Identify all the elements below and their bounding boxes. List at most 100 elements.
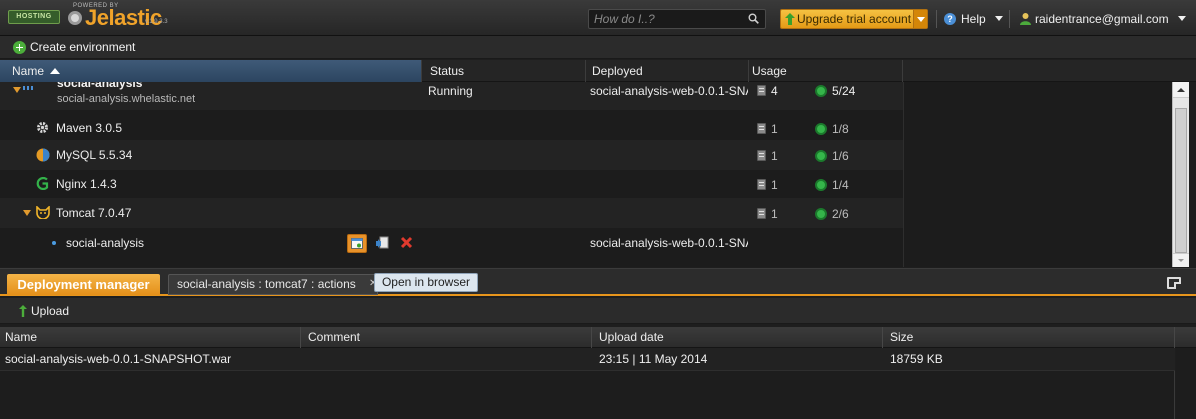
environment-grid-header: Name Status Deployed Usage xyxy=(0,60,1196,82)
column-name-label: Name xyxy=(12,64,45,78)
chevron-down-icon xyxy=(1177,16,1186,21)
help-menu-button[interactable]: ? Help xyxy=(944,10,1004,28)
deployment-toolbar: Upload xyxy=(0,298,1196,324)
scroll-thumb[interactable] xyxy=(1175,108,1187,253)
node-row-tomcat[interactable]: Tomcat 7.0.47 1 2/6 xyxy=(0,198,903,228)
column-header-comment[interactable]: Comment xyxy=(301,327,592,348)
collapse-arrow-icon[interactable] xyxy=(23,210,31,216)
node-row-maven[interactable]: Maven 3.0.5 1 1/8 xyxy=(0,116,903,140)
environment-node-count: 5/24 xyxy=(832,84,856,98)
create-environment-label: Create environment xyxy=(30,40,136,54)
scroll-down-arrow-icon[interactable] xyxy=(1173,253,1189,267)
archive-upload-date: 23:15 | 11 May 2014 xyxy=(599,352,708,366)
node-icon xyxy=(815,179,827,191)
redeploy-icon[interactable] xyxy=(375,236,389,250)
upload-button[interactable]: Upload xyxy=(19,302,69,320)
plus-icon xyxy=(13,41,26,54)
cloudlet-icon xyxy=(757,179,766,190)
tab-deployment-manager[interactable]: Deployment manager xyxy=(7,274,160,295)
chevron-down-icon xyxy=(995,16,1004,21)
node-cloudlets: 1 xyxy=(771,149,778,163)
bottom-panel-tabbar: Deployment manager social-analysis : tom… xyxy=(0,268,1196,296)
node-name: Nginx 1.4.3 xyxy=(56,177,117,191)
delete-icon[interactable] xyxy=(400,236,413,249)
search-box xyxy=(588,9,766,29)
cloudlet-icon xyxy=(757,123,766,134)
jelastic-logo-text: Jelastic xyxy=(85,5,162,30)
context-deployed: social-analysis-web-0.0.1-SNA xyxy=(590,236,748,250)
node-name: MySQL 5.5.34 xyxy=(56,148,133,162)
context-name: social-analysis xyxy=(66,236,145,250)
divider xyxy=(936,10,937,28)
tab-tomcat-actions[interactable]: social-analysis : tomcat7 : actions ✕ xyxy=(168,274,378,295)
environment-title: social-analysis xyxy=(57,82,143,90)
version-label: v.1.9.3.3 xyxy=(145,19,168,25)
scroll-up-arrow-icon[interactable] xyxy=(1173,82,1189,98)
column-header-usage[interactable]: Usage xyxy=(749,60,903,82)
nginx-icon xyxy=(36,177,49,190)
create-environment-button[interactable]: Create environment xyxy=(13,39,135,56)
maximize-icon[interactable] xyxy=(1167,277,1181,289)
environment-toolbar: Create environment xyxy=(0,36,1196,59)
open-in-browser-button[interactable] xyxy=(347,234,367,253)
column-header-size[interactable]: Size xyxy=(883,327,1175,348)
help-label: Help xyxy=(961,12,986,26)
environment-grid: social-analysis social-analysis.whelasti… xyxy=(0,82,1172,267)
node-count: 1/6 xyxy=(832,149,849,163)
archive-size: 18759 KB xyxy=(890,352,943,366)
top-bar: HOSTING POWERED BY Jelastic v.1.9.3.3 Up… xyxy=(0,0,1196,36)
column-header-deployed[interactable]: Deployed xyxy=(586,60,749,82)
cloudlet-icon xyxy=(757,85,766,96)
deployment-grid-header: Name Comment Upload date Size xyxy=(0,327,1196,348)
environment-cloudlets: 4 xyxy=(771,84,778,98)
upload-arrow-icon xyxy=(19,305,27,317)
mysql-icon xyxy=(36,148,50,162)
node-cloudlets: 1 xyxy=(771,122,778,136)
column-header-upload-date[interactable]: Upload date xyxy=(592,327,883,348)
environment-icon xyxy=(23,86,33,90)
upload-label: Upload xyxy=(31,304,70,318)
help-icon: ? xyxy=(944,13,956,25)
node-count: 2/6 xyxy=(832,207,849,221)
deployment-grid-side-area xyxy=(1176,348,1196,419)
context-row[interactable]: social-analysis social-analysis-web-0.0.… xyxy=(0,228,903,258)
node-row-mysql[interactable]: MySQL 5.5.34 1 1/6 xyxy=(0,140,903,170)
column-header-name[interactable]: Name xyxy=(0,60,422,82)
bullet-icon xyxy=(52,241,56,245)
node-name: Maven 3.0.5 xyxy=(56,121,123,135)
environment-row[interactable]: social-analysis social-analysis.whelasti… xyxy=(0,82,903,110)
divider xyxy=(1009,10,1010,28)
node-row-nginx[interactable]: Nginx 1.4.3 1 1/4 xyxy=(0,170,903,198)
upgrade-trial-button[interactable]: Upgrade trial account xyxy=(780,9,928,29)
cloudlet-icon xyxy=(757,208,766,219)
user-menu-button[interactable]: raidentrance@gmail.com xyxy=(1019,10,1186,28)
table-row[interactable]: social-analysis-web-0.0.1-SNAPSHOT.war 2… xyxy=(0,348,1175,371)
node-icon xyxy=(815,123,827,135)
node-name: Tomcat 7.0.47 xyxy=(56,206,132,220)
column-header-name[interactable]: Name xyxy=(0,327,301,348)
search-input[interactable] xyxy=(589,10,739,28)
node-cloudlets: 1 xyxy=(771,207,778,221)
node-count: 1/8 xyxy=(832,122,849,136)
jelastic-logo-icon xyxy=(68,11,82,25)
node-icon xyxy=(815,85,827,97)
cloudlet-icon xyxy=(757,150,766,161)
tab-tomcat-actions-label: social-analysis : tomcat7 : actions xyxy=(177,277,356,291)
hosting-provider-logo: HOSTING xyxy=(8,10,60,24)
node-count: 1/4 xyxy=(832,178,849,192)
arrow-up-icon xyxy=(785,13,795,25)
node-icon xyxy=(815,150,827,162)
environment-domain-link[interactable]: social-analysis.whelastic.net xyxy=(57,93,195,105)
column-header-status[interactable]: Status xyxy=(422,60,586,82)
chevron-down-icon[interactable] xyxy=(913,10,927,28)
open-in-browser-tooltip: Open in browser xyxy=(374,273,478,292)
upgrade-label: Upgrade trial account xyxy=(797,12,912,26)
environment-deployed: social-analysis-web-0.0.1-SNA xyxy=(590,84,748,98)
search-icon[interactable] xyxy=(748,13,759,24)
environment-grid-scrollbar[interactable] xyxy=(1172,82,1189,267)
sort-ascending-icon xyxy=(50,68,61,74)
browser-icon xyxy=(351,238,363,249)
node-cloudlets: 1 xyxy=(771,178,778,192)
collapse-arrow-icon[interactable] xyxy=(13,87,21,93)
tomcat-icon xyxy=(36,206,50,219)
